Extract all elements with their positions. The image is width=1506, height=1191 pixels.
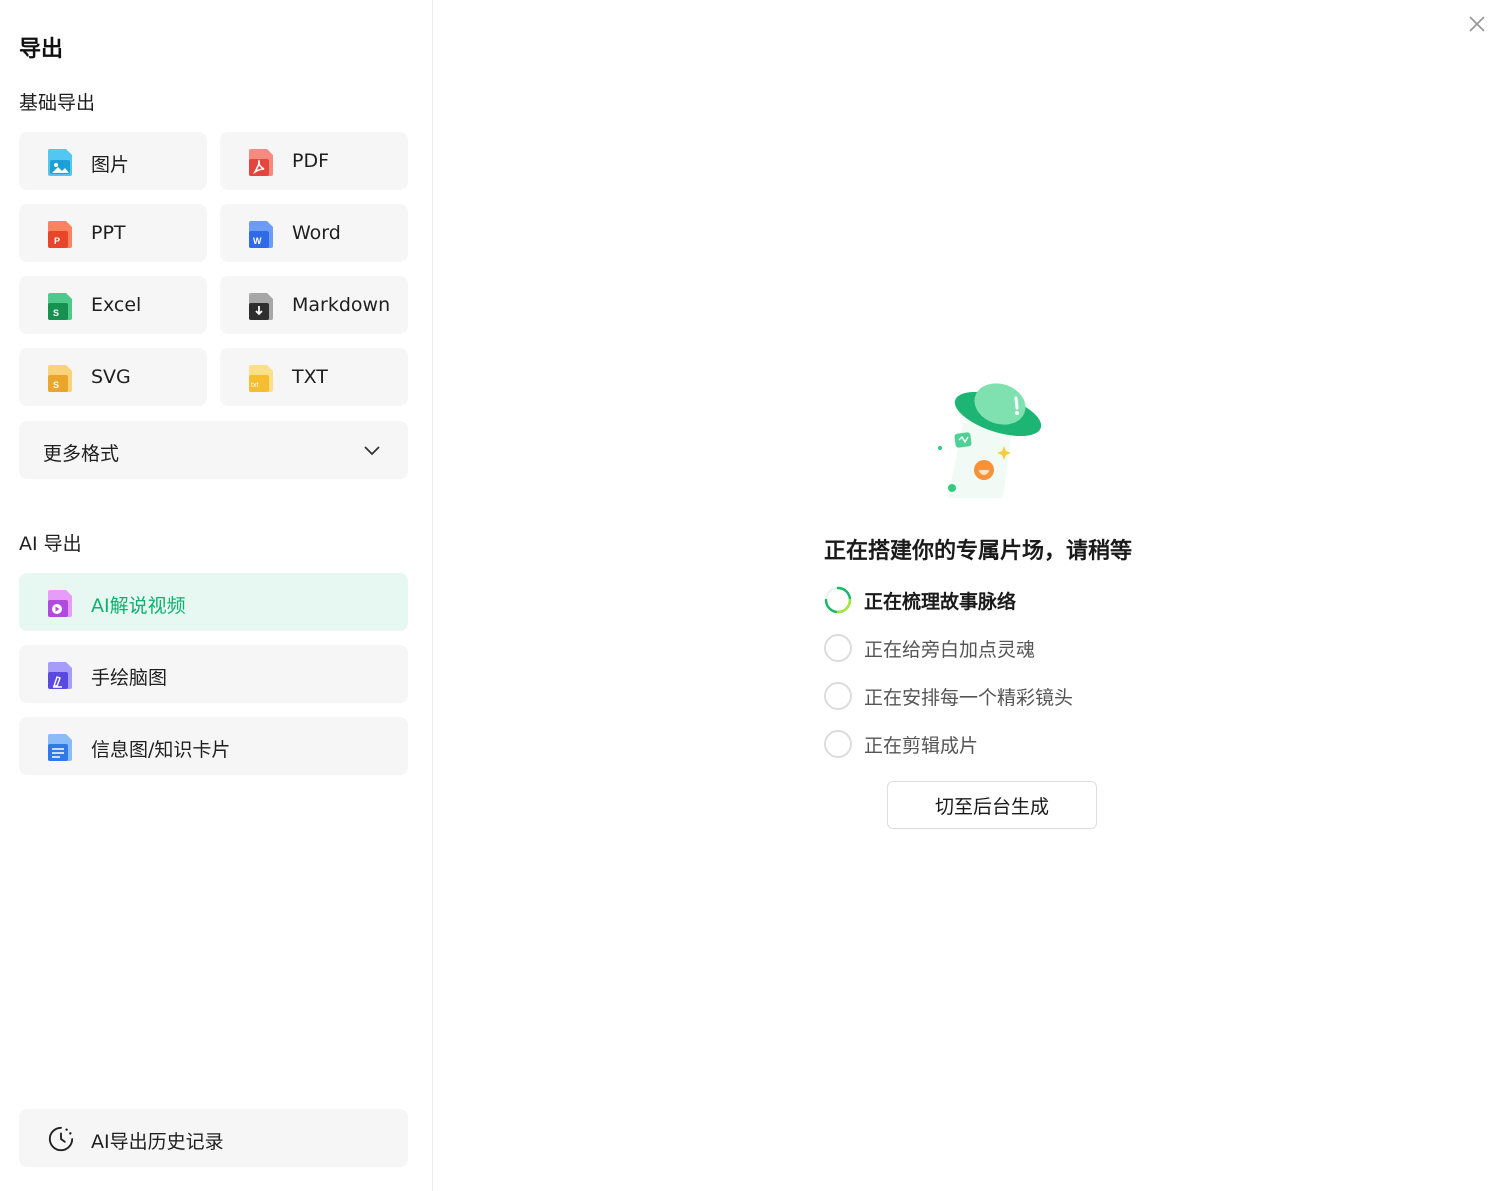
svg-text:P: P [54, 236, 60, 246]
format-label: PDF [292, 150, 330, 172]
progress-step: 正在给旁白加点灵魂 [824, 634, 1035, 662]
format-label: 图片 [91, 154, 130, 176]
progress-step: 正在安排每一个精彩镜头 [824, 682, 1073, 710]
svg-text:S: S [53, 380, 59, 390]
svg-file-icon: S [48, 365, 72, 392]
progress-title: 正在搭建你的专属片场，请稍等 [824, 539, 1133, 564]
export-txt-button[interactable]: txt TXT [220, 348, 408, 406]
step-label: 正在梳理故事脉络 [864, 590, 1017, 613]
history-clock-icon [48, 1126, 74, 1152]
ai-narrated-video-button[interactable]: AI解说视频 [19, 573, 408, 631]
pdf-file-icon [249, 149, 273, 176]
basic-export-heading: 基础导出 [19, 92, 96, 114]
format-label: SVG [91, 366, 131, 388]
hand-drawn-mindmap-button[interactable]: 手绘脑图 [19, 645, 408, 703]
svg-text:S: S [53, 308, 59, 318]
step-label: 正在安排每一个精彩镜头 [864, 686, 1074, 709]
progress-step: 正在梳理故事脉络 [824, 586, 1016, 614]
pending-circle-icon [824, 682, 852, 710]
export-word-button[interactable]: W Word [220, 204, 408, 262]
ufo-illustration [938, 383, 1042, 498]
ai-item-label: AI解说视频 [91, 595, 186, 617]
panel-title: 导出 [19, 37, 64, 62]
txt-file-icon: txt [249, 365, 273, 392]
ai-export-history-button[interactable]: AI导出历史记录 [19, 1109, 408, 1167]
chevron-down-icon [364, 446, 380, 456]
export-svg-button[interactable]: S SVG [19, 348, 207, 406]
history-label: AI导出历史记录 [91, 1131, 224, 1153]
format-label: TXT [292, 366, 328, 388]
export-excel-button[interactable]: S Excel [19, 276, 207, 334]
switch-to-background-button[interactable]: 切至后台生成 [887, 781, 1097, 829]
infographic-card-button[interactable]: 信息图/知识卡片 [19, 717, 408, 775]
mindmap-file-icon [48, 662, 72, 689]
more-formats-dropdown[interactable]: 更多格式 [19, 421, 408, 479]
infocard-file-icon [48, 734, 72, 761]
progress-step: 正在剪辑成片 [824, 730, 978, 758]
ai-export-heading: AI 导出 [19, 533, 82, 555]
image-file-icon [48, 149, 72, 176]
export-ppt-button[interactable]: P PPT [19, 204, 207, 262]
svg-text:txt: txt [251, 382, 258, 389]
loading-spinner-icon [824, 586, 852, 614]
ai-item-label: 手绘脑图 [91, 667, 168, 689]
ai-item-label: 信息图/知识卡片 [91, 739, 231, 761]
excel-file-icon: S [48, 293, 72, 320]
step-label: 正在剪辑成片 [864, 734, 979, 757]
markdown-file-icon [249, 293, 273, 320]
format-label: Word [292, 222, 341, 244]
export-sidebar: 导出 基础导出 图片 PDF P PPT W Word S Excel Mark… [0, 0, 433, 1191]
format-label: Markdown [292, 294, 391, 316]
word-file-icon: W [249, 221, 273, 248]
step-label: 正在给旁白加点灵魂 [864, 638, 1036, 661]
format-label: Excel [91, 294, 142, 316]
export-pdf-button[interactable]: PDF [220, 132, 408, 190]
export-markdown-button[interactable]: Markdown [220, 276, 408, 334]
format-label: PPT [91, 222, 126, 244]
svg-text:W: W [253, 236, 262, 246]
video-file-icon [48, 590, 72, 617]
ppt-file-icon: P [48, 221, 72, 248]
export-image-button[interactable]: 图片 [19, 132, 207, 190]
pending-circle-icon [824, 634, 852, 662]
pending-circle-icon [824, 730, 852, 758]
more-formats-label: 更多格式 [43, 443, 120, 465]
close-icon[interactable] [1466, 13, 1488, 35]
